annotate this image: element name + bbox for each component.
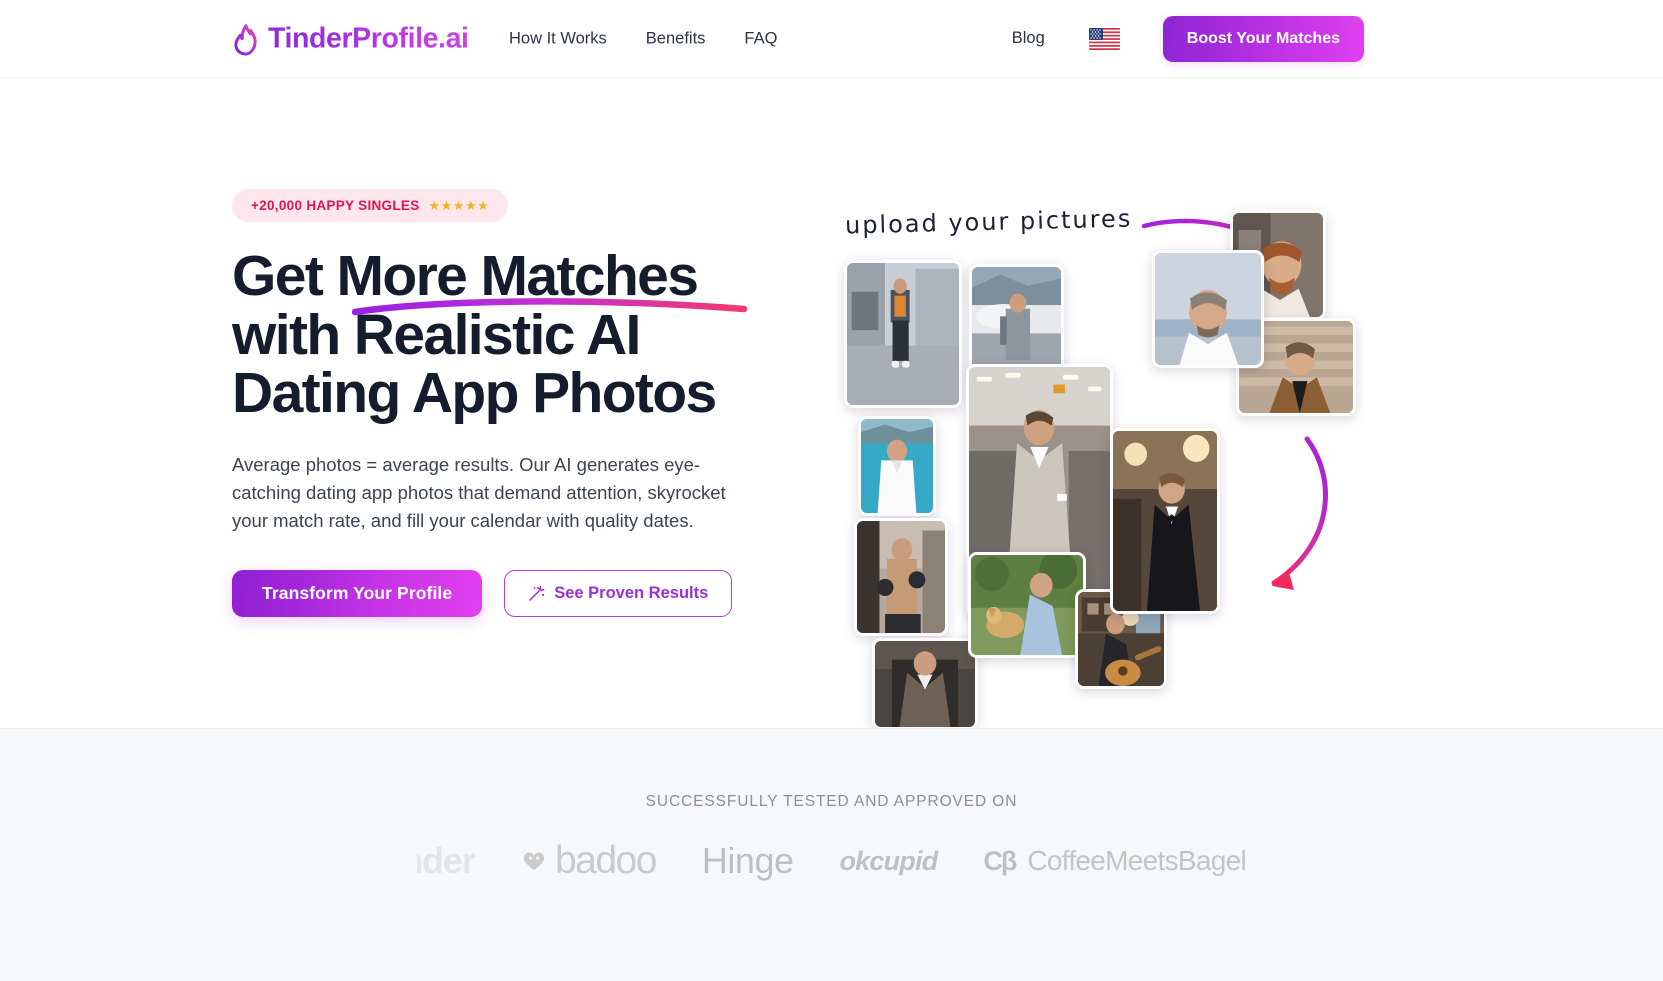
flame-icon: [234, 23, 257, 55]
headline-prefix: Get: [232, 244, 337, 308]
photo-gala-tuxedo: [1113, 431, 1217, 611]
logo-coffeemeetsbagel-label: CoffeeMeetsBagel: [1027, 845, 1247, 876]
logo-coffeemeetsbagel: Cβ CoffeeMeetsBagel: [983, 845, 1246, 877]
photo-boxing-gym: [857, 521, 945, 633]
hero-actions: Transform Your Profile See Proven Result…: [232, 570, 792, 618]
see-proven-results-button[interactable]: See Proven Results: [504, 570, 733, 618]
collage-photo: [1152, 250, 1264, 368]
magic-wand-icon: [529, 586, 545, 602]
photo-boat-white-shirt: [861, 419, 933, 513]
badge-label: +20,000 HAPPY SINGLES: [251, 198, 420, 213]
us-flag-icon[interactable]: [1088, 27, 1120, 50]
photo-dog-park: [971, 555, 1083, 655]
logo-badoo: badoo: [521, 839, 657, 883]
logo-hinge: Hinge: [702, 840, 794, 882]
coffeemeetsbagel-mark-icon: Cβ: [983, 845, 1017, 876]
transform-your-profile-button[interactable]: Transform Your Profile: [232, 570, 483, 618]
nav-item-how-it-works[interactable]: How It Works: [509, 29, 607, 48]
header-actions: Blog Boost Your Matches: [1012, 15, 1364, 62]
logo-hinge-label: Hinge: [701, 840, 794, 881]
collage-photo: [1110, 428, 1220, 614]
arrow-down-left-icon: [1271, 436, 1328, 590]
collage-photo: [968, 552, 1086, 658]
page-title: Get More Matches with Realistic AI Datin…: [232, 247, 792, 423]
site-header: TinderProfile.ai How It Works Benefits F…: [0, 0, 1663, 78]
logo-badoo-label: badoo: [554, 839, 657, 882]
logo-tinder: Tinder: [417, 840, 475, 882]
photo-office-suit: [875, 641, 975, 727]
nav-item-benefits[interactable]: Benefits: [646, 29, 706, 48]
collage-photo: [854, 518, 948, 636]
nav-item-blog[interactable]: Blog: [1012, 29, 1045, 48]
headline-line-2: with Realistic AI: [232, 302, 641, 367]
collage-photo: [872, 638, 978, 728]
photo-private-jet: [972, 267, 1061, 379]
social-proof-title: SUCCESSFULLY TESTED AND APPROVED ON: [645, 793, 1018, 810]
logo-okcupid: okcupid: [838, 845, 939, 877]
brand-name: TinderProfile.ai: [268, 22, 469, 54]
hero-copy: +20,000 HAPPY SINGLES ★★★★★ Get More Mat…: [232, 189, 792, 618]
headline-highlight: More Matches: [336, 244, 699, 308]
primary-nav: How It Works Benefits FAQ: [509, 29, 777, 48]
collage-photo: [858, 416, 936, 516]
headline-line-3: Dating App Photos: [232, 361, 717, 426]
nav-item-faq[interactable]: FAQ: [744, 29, 777, 48]
see-proven-results-label: See Proven Results: [554, 584, 709, 603]
partner-logos: Tinder badoo Hinge okcupid Cβ CoffeeMeet…: [0, 839, 1663, 883]
hero-description: Average photos = average results. Our AI…: [232, 454, 726, 532]
collage-photo: [844, 260, 962, 408]
heart-icon: [523, 852, 545, 870]
photo-street-style: [847, 263, 959, 405]
photo-headshot-seaside: [1155, 253, 1261, 365]
boost-your-matches-button[interactable]: Boost Your Matches: [1162, 15, 1364, 62]
headline-line-1: Get More Matches: [232, 244, 747, 316]
hero-photo-collage: upload your pictures: [840, 188, 1400, 728]
social-proof-section: SUCCESSFULLY TESTED AND APPROVED ON Tind…: [0, 728, 1663, 981]
hero-section: +20,000 HAPPY SINGLES ★★★★★ Get More Mat…: [0, 78, 1663, 728]
brand-logo[interactable]: TinderProfile.ai: [232, 22, 469, 55]
social-proof-badge: +20,000 HAPPY SINGLES ★★★★★: [232, 189, 509, 222]
star-rating-icon: ★★★★★: [428, 198, 490, 213]
logo-tinder-label: Tinder: [417, 840, 475, 881]
logo-okcupid-label: okcupid: [838, 845, 939, 877]
upload-annotation: upload your pictures: [844, 204, 1133, 240]
